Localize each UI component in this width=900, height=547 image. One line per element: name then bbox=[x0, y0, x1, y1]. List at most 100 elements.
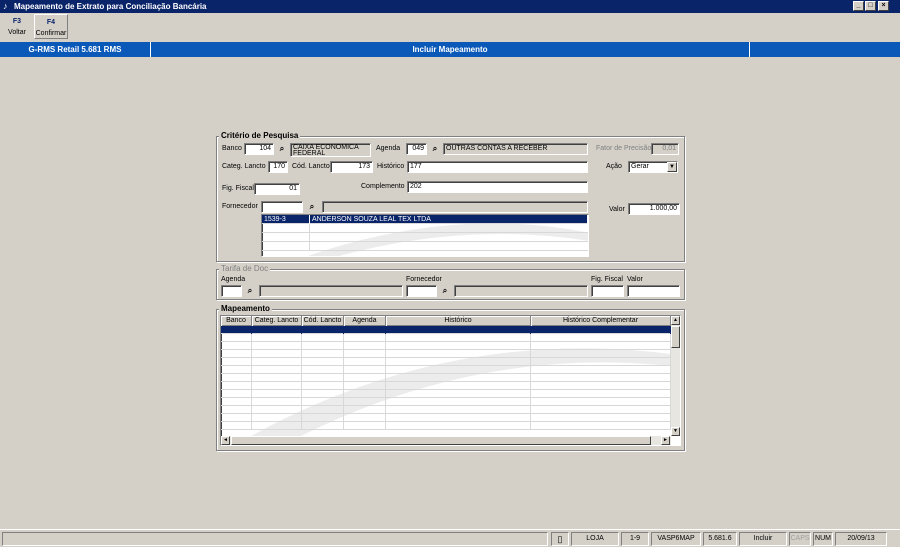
table-cell[interactable] bbox=[302, 334, 344, 342]
fee-fig-fiscal-input[interactable] bbox=[591, 285, 624, 297]
table-cell[interactable] bbox=[252, 390, 302, 398]
table-row[interactable] bbox=[221, 326, 671, 334]
table-cell[interactable] bbox=[344, 406, 386, 414]
fee-agenda-search-icon[interactable]: ⌕ bbox=[244, 285, 256, 297]
table-cell[interactable] bbox=[344, 366, 386, 374]
table-cell[interactable] bbox=[221, 326, 252, 334]
fee-supplier-input[interactable] bbox=[406, 285, 437, 297]
table-cell[interactable] bbox=[221, 422, 252, 430]
table-row[interactable] bbox=[221, 390, 671, 398]
table-cell[interactable] bbox=[252, 406, 302, 414]
fig-fiscal-input[interactable]: 01 bbox=[254, 183, 300, 195]
table-cell[interactable] bbox=[302, 326, 344, 334]
historico-input[interactable]: 177 bbox=[407, 161, 588, 173]
table-cell[interactable] bbox=[344, 326, 386, 334]
table-cell[interactable] bbox=[302, 406, 344, 414]
table-cell[interactable] bbox=[252, 358, 302, 366]
table-cell[interactable] bbox=[221, 358, 252, 366]
confirm-button[interactable]: F4 Confirmar bbox=[34, 14, 68, 39]
col-historico[interactable]: Histórico bbox=[386, 316, 531, 326]
table-cell[interactable] bbox=[344, 382, 386, 390]
complement-input[interactable]: 202 bbox=[407, 181, 588, 193]
table-cell[interactable] bbox=[221, 350, 252, 358]
table-cell[interactable] bbox=[252, 342, 302, 350]
agenda-code-input[interactable]: 049 bbox=[406, 143, 427, 155]
list-item[interactable] bbox=[262, 224, 588, 233]
list-item[interactable] bbox=[262, 242, 588, 251]
table-cell[interactable] bbox=[221, 366, 252, 374]
table-cell[interactable] bbox=[302, 350, 344, 358]
table-cell[interactable] bbox=[302, 342, 344, 350]
table-cell[interactable] bbox=[252, 422, 302, 430]
scroll-left-icon[interactable]: ◄ bbox=[221, 436, 230, 445]
table-cell[interactable] bbox=[531, 366, 671, 374]
table-row[interactable] bbox=[221, 398, 671, 406]
col-banco[interactable]: Banco bbox=[221, 316, 252, 326]
table-cell[interactable] bbox=[386, 390, 531, 398]
table-row[interactable] bbox=[221, 350, 671, 358]
table-cell[interactable] bbox=[386, 342, 531, 350]
table-cell[interactable] bbox=[386, 366, 531, 374]
minimize-button[interactable]: _ bbox=[853, 1, 864, 11]
table-cell[interactable] bbox=[252, 382, 302, 390]
table-cell[interactable] bbox=[344, 358, 386, 366]
table-cell[interactable] bbox=[252, 326, 302, 334]
table-cell[interactable] bbox=[302, 398, 344, 406]
chevron-down-icon[interactable]: ▼ bbox=[667, 162, 677, 172]
table-cell[interactable] bbox=[302, 382, 344, 390]
table-cell[interactable] bbox=[344, 342, 386, 350]
table-cell[interactable] bbox=[531, 422, 671, 430]
bank-search-icon[interactable]: ⌕ bbox=[276, 143, 288, 155]
table-cell[interactable] bbox=[344, 390, 386, 398]
table-cell[interactable] bbox=[386, 350, 531, 358]
list-item[interactable] bbox=[262, 233, 588, 242]
table-cell[interactable] bbox=[252, 414, 302, 422]
vertical-scrollbar[interactable]: ▲ ▼ bbox=[671, 316, 680, 436]
table-cell[interactable] bbox=[252, 334, 302, 342]
table-cell[interactable] bbox=[302, 374, 344, 382]
table-cell[interactable] bbox=[386, 414, 531, 422]
cod-input[interactable]: 173 bbox=[330, 161, 373, 173]
col-categ[interactable]: Categ. Lancto bbox=[252, 316, 302, 326]
table-cell[interactable] bbox=[221, 374, 252, 382]
table-cell[interactable] bbox=[386, 398, 531, 406]
table-row[interactable] bbox=[221, 374, 671, 382]
table-cell[interactable] bbox=[531, 342, 671, 350]
table-cell[interactable] bbox=[386, 374, 531, 382]
table-cell[interactable] bbox=[531, 398, 671, 406]
fee-supplier-search-icon[interactable]: ⌕ bbox=[439, 285, 451, 297]
horizontal-scrollbar[interactable]: ◄ ► bbox=[221, 436, 671, 445]
table-cell[interactable] bbox=[344, 350, 386, 358]
fee-agenda-input[interactable] bbox=[221, 285, 242, 297]
table-row[interactable] bbox=[221, 334, 671, 342]
table-cell[interactable] bbox=[531, 350, 671, 358]
close-button[interactable]: × bbox=[878, 1, 889, 11]
table-cell[interactable] bbox=[344, 414, 386, 422]
title-bar[interactable]: ♪ Mapeamento de Extrato para Conciliação… bbox=[0, 0, 900, 13]
scroll-down-icon[interactable]: ▼ bbox=[671, 427, 680, 436]
bank-code-input[interactable]: 104 bbox=[244, 143, 274, 155]
table-cell[interactable] bbox=[252, 366, 302, 374]
table-cell[interactable] bbox=[221, 382, 252, 390]
table-cell[interactable] bbox=[221, 414, 252, 422]
value-input[interactable]: 1.000,00 bbox=[628, 203, 680, 215]
table-cell[interactable] bbox=[221, 398, 252, 406]
table-cell[interactable] bbox=[302, 358, 344, 366]
table-cell[interactable] bbox=[221, 390, 252, 398]
table-cell[interactable] bbox=[386, 334, 531, 342]
scroll-thumb[interactable] bbox=[671, 326, 680, 348]
table-cell[interactable] bbox=[531, 414, 671, 422]
back-button[interactable]: F3 Voltar bbox=[2, 14, 32, 39]
table-cell[interactable] bbox=[221, 342, 252, 350]
action-select[interactable]: Gerar ▼ bbox=[628, 161, 678, 173]
col-historico-compl[interactable]: Histórico Complementar bbox=[531, 316, 671, 326]
agenda-search-icon[interactable]: ⌕ bbox=[429, 143, 441, 155]
table-cell[interactable] bbox=[531, 406, 671, 414]
mapping-grid[interactable]: Banco Categ. Lancto Cód. Lancto Agenda H… bbox=[220, 315, 681, 446]
col-cod[interactable]: Cód. Lancto bbox=[302, 316, 344, 326]
table-cell[interactable] bbox=[531, 358, 671, 366]
table-cell[interactable] bbox=[221, 406, 252, 414]
table-cell[interactable] bbox=[344, 374, 386, 382]
table-cell[interactable] bbox=[302, 422, 344, 430]
table-row[interactable] bbox=[221, 342, 671, 350]
